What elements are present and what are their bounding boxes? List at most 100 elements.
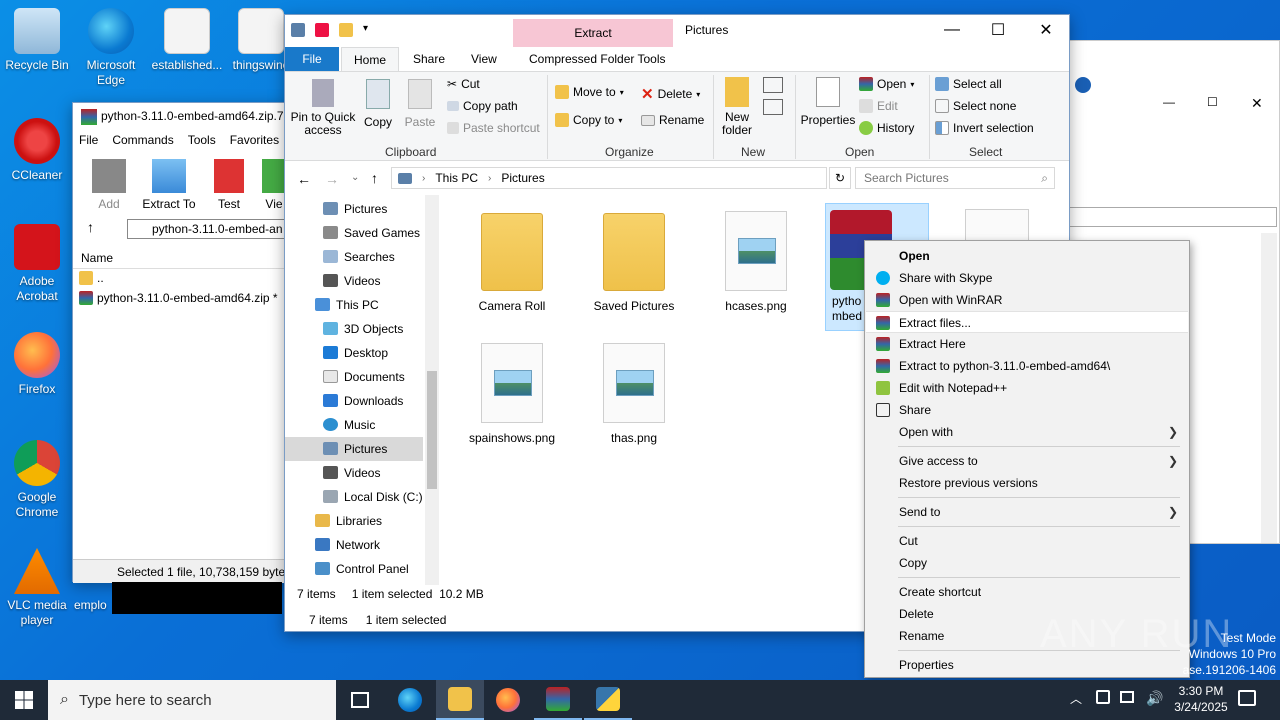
column-name-header[interactable]: Name [73,247,293,269]
close-icon[interactable]: ✕ [1251,95,1263,112]
ctx-copy[interactable]: Copy [866,552,1188,574]
cut-button[interactable]: ✂ Cut [447,77,480,91]
nav-item-desktop[interactable]: Desktop [285,341,388,365]
desktop-icon-vlc[interactable]: VLC media player [0,548,74,628]
taskbar-search-box[interactable]: ⌕ Type here to search [48,680,336,720]
nav-scroll-thumb[interactable] [427,371,437,489]
taskbar-explorer[interactable] [436,680,484,720]
nav-item-libraries[interactable]: Libraries [285,509,382,533]
volume-tray-icon[interactable]: 🔊 [1146,690,1163,707]
list-item-parent[interactable]: .. [79,271,104,285]
properties-qat-icon[interactable] [291,23,305,37]
ctx-extract-here[interactable]: Extract Here [866,333,1188,355]
desktop-icon-firefox[interactable]: Firefox [0,332,74,397]
nav-item-documents[interactable]: Documents [285,365,405,389]
help-icon[interactable] [1075,77,1091,93]
nav-item-searches[interactable]: Searches [285,245,395,269]
edit-button[interactable]: Edit [859,99,898,113]
history-button[interactable]: History [859,121,914,135]
clock[interactable]: 3:30 PM 3/24/2025 [1164,683,1238,715]
menu-commands[interactable]: Commands [112,133,173,147]
desktop-icon-recycle-bin[interactable]: Recycle Bin [0,8,74,73]
forward-arrow-icon[interactable]: → [325,171,339,187]
file-item-hcases[interactable]: hcases.png [701,211,811,313]
up-arrow-icon[interactable]: ↑ [87,219,94,235]
copy-path-button[interactable]: Copy path [447,99,518,113]
close-button[interactable]: ✕ [1023,15,1069,45]
tray-chevron-up-icon[interactable]: ︿ [1070,690,1082,707]
tab-share[interactable]: Share [401,47,457,71]
start-button[interactable] [0,680,48,720]
nav-scrollbar[interactable] [425,195,439,585]
ctx-open-with-winrar[interactable]: Open with WinRAR [866,289,1188,311]
delete-button[interactable]: ✕ Delete ▾ [641,85,700,103]
file-item-spainshows[interactable]: spainshows.png [457,343,567,445]
new-folder-button[interactable]: New folder [717,77,757,137]
ctx-open-with[interactable]: Open with ❯ [866,421,1188,443]
menu-file[interactable]: File [79,133,98,147]
address-bar[interactable]: › This PC › Pictures [391,167,827,189]
copy-to-button[interactable]: Copy to ▾ [555,113,622,127]
rename-button[interactable]: Rename [641,113,704,127]
nav-item-3d-objects[interactable]: 3D Objects [285,317,403,341]
monitor-tray-icon[interactable] [1120,691,1134,703]
tab-file[interactable]: File [285,47,339,71]
winrar-extract-to-button[interactable]: Extract To [139,159,199,211]
winrar-test-button[interactable]: Test [207,159,251,211]
winrar-path-field[interactable]: python-3.11.0-embed-an [127,219,293,239]
menu-tools[interactable]: Tools [188,133,216,147]
up-arrow-icon[interactable]: ↑ [371,170,378,186]
list-item-zip[interactable]: python-3.11.0-embed-amd64.zip * [79,291,278,305]
ctx-share[interactable]: Share [866,399,1188,421]
minimize-icon[interactable]: — [1163,95,1175,109]
easy-access-icon[interactable] [763,99,783,115]
paste-button[interactable]: Paste [401,79,439,129]
new-item-icon[interactable] [763,77,783,93]
move-to-button[interactable]: Move to ▾ [555,85,624,99]
paste-shortcut-button[interactable]: Paste shortcut [447,121,540,135]
open-button[interactable]: Open ▾ [859,77,914,91]
nav-item-downloads[interactable]: Downloads [285,389,403,413]
maximize-button[interactable]: ☐ [975,15,1021,45]
check-qat-icon[interactable] [315,23,329,37]
desktop-icon-adobe-acrobat[interactable]: Adobe Acrobat [0,224,74,304]
task-view-button[interactable] [336,680,384,720]
tab-compressed-folder-tools[interactable]: Compressed Folder Tools [517,47,678,71]
taskbar-firefox[interactable] [484,680,532,720]
nav-item-videos[interactable]: Videos [285,269,380,293]
ctx-extract-files[interactable]: Extract files... [866,311,1188,333]
minimize-button[interactable]: — [929,15,975,45]
nav-item-network[interactable]: Network [285,533,380,557]
dropdown-field[interactable] [1065,207,1277,227]
ctx-cut[interactable]: Cut [866,530,1188,552]
nav-item-control-panel[interactable]: Control Panel [285,557,409,581]
nav-item-local-disk[interactable]: Local Disk (C:) [285,485,423,509]
recent-chevron-icon[interactable]: ⌄ [351,172,359,183]
ctx-give-access-to[interactable]: Give access to ❯ [866,450,1188,472]
extract-context-tab[interactable]: Extract [513,19,673,47]
nav-item-music[interactable]: Music [285,413,375,437]
breadcrumb-this-pc[interactable]: This PC [435,171,478,185]
pin-quick-access-button[interactable]: Pin to Quick access [289,79,357,137]
ctx-create-shortcut[interactable]: Create shortcut [866,581,1188,603]
refresh-icon[interactable]: ↻ [829,167,851,189]
desktop-icon-edge[interactable]: Microsoft Edge [74,8,148,88]
taskbar-python[interactable] [584,680,632,720]
breadcrumb-pictures[interactable]: Pictures [501,171,544,185]
taskbar-edge[interactable] [386,680,434,720]
nav-item-saved-games[interactable]: Saved Games [285,221,420,245]
ctx-share-with-skype[interactable]: Share with Skype [866,267,1188,289]
maximize-icon[interactable]: ☐ [1207,95,1218,109]
back-arrow-icon[interactable]: ← [297,171,311,187]
ctx-properties[interactable]: Properties [866,654,1188,676]
tab-home[interactable]: Home [341,47,400,71]
file-item-saved-pictures[interactable]: Saved Pictures [579,213,689,313]
select-none-button[interactable]: Select none [935,99,1016,113]
network-tray-icon[interactable] [1096,690,1110,704]
search-box[interactable]: Search Pictures ⌕ [855,167,1055,189]
notifications-icon[interactable] [1238,690,1256,706]
chevron-down-icon[interactable]: ▾ [363,23,368,37]
desktop-icon-ccleaner[interactable]: CCleaner [0,118,74,183]
copy-button[interactable]: Copy [361,79,395,129]
ctx-extract-to-folder[interactable]: Extract to python-3.11.0-embed-amd64\ [866,355,1188,377]
